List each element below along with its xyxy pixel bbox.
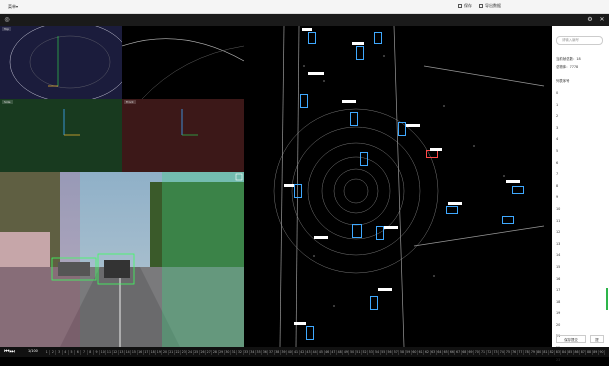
list-item[interactable]: 0: [556, 88, 606, 100]
play-controls[interactable]: ⏮⏭: [4, 349, 15, 355]
search-input[interactable]: 请输入编号: [556, 36, 603, 45]
top-bar: 菜单▾ 保存 导出数据: [0, 0, 609, 14]
submit-button[interactable]: 保存提交: [556, 335, 586, 343]
frame-position: 1/100: [28, 349, 38, 353]
side-view[interactable]: Side: [0, 99, 122, 172]
box-tag: [506, 180, 520, 183]
next-button[interactable]: 提: [590, 335, 604, 343]
annotation-box[interactable]: [398, 122, 406, 136]
frame-count-row: 当前帧总数：18: [556, 57, 581, 61]
list-item[interactable]: 3: [556, 123, 606, 135]
box-tag: [314, 236, 328, 239]
settings-icon[interactable]: ⚙: [586, 16, 594, 24]
list-item[interactable]: 18: [556, 297, 606, 309]
list-scrollbar[interactable]: [606, 288, 608, 310]
annotation-box[interactable]: [446, 206, 458, 214]
point-cloud-view[interactable]: [244, 26, 552, 347]
annotation-box[interactable]: [370, 296, 378, 310]
box-tag: [302, 28, 312, 31]
front-view-label: Front: [124, 100, 136, 104]
box-tag: [284, 184, 294, 187]
frame-strip: 1 2 3 4 5 6 7 8 9 10 11 12 13 14 15 16 17 18 19 20 21 22 23 24 2…: [44, 350, 606, 355]
camera-view[interactable]: [0, 172, 244, 347]
box-tag: [430, 148, 442, 151]
box-tag: [308, 72, 324, 75]
menu-dropdown[interactable]: 菜单▾: [8, 4, 18, 10]
list-item[interactable]: 19: [556, 308, 606, 320]
total-objects-row: 总物体：7778: [556, 65, 579, 69]
camera-image: [0, 172, 244, 347]
thumbnail-canvas: [122, 38, 244, 99]
list-item[interactable]: 16: [556, 274, 606, 286]
box-tag: [406, 124, 420, 127]
list-item[interactable]: 6: [556, 158, 606, 170]
list-item[interactable]: 10: [556, 204, 606, 216]
close-icon[interactable]: ✕: [598, 16, 606, 24]
export-icon: [479, 4, 483, 8]
list-item[interactable]: 4: [556, 134, 606, 146]
list-item[interactable]: 1: [556, 100, 606, 112]
front-view-canvas: [181, 109, 198, 136]
list-item[interactable]: 17: [556, 285, 606, 297]
annotation-box[interactable]: [374, 32, 382, 44]
camera-thumbnail-view[interactable]: [122, 26, 244, 99]
annotation-box[interactable]: [350, 112, 358, 126]
save-icon: [458, 4, 462, 8]
annotation-box[interactable]: [376, 226, 384, 240]
list-item[interactable]: 5: [556, 146, 606, 158]
annotation-box[interactable]: [294, 184, 302, 198]
list-item[interactable]: 20: [556, 320, 606, 332]
list-item[interactable]: 11: [556, 216, 606, 228]
side-view-label: Side: [2, 100, 13, 104]
list-item[interactable]: 14: [556, 250, 606, 262]
annotation-box[interactable]: [300, 94, 308, 108]
save-button[interactable]: 保存: [458, 3, 472, 9]
export-button[interactable]: 导出数据: [479, 3, 501, 9]
box-tag: [352, 42, 364, 45]
box-tag: [342, 100, 356, 103]
object-list-panel: 请输入编号 当前帧总数：18 总物体：7778 列表序号 01234567891…: [552, 26, 609, 362]
box-tag: [378, 288, 392, 291]
annotation-box[interactable]: [512, 186, 524, 194]
top-view-label: Top: [2, 27, 12, 31]
list-item[interactable]: 15: [556, 262, 606, 274]
side-view-canvas: [63, 109, 80, 136]
list-item[interactable]: 9: [556, 192, 606, 204]
front-view[interactable]: Front: [122, 99, 244, 172]
annotation-box[interactable]: [502, 216, 514, 224]
list-item[interactable]: 2: [556, 111, 606, 123]
annotation-box[interactable]: [356, 46, 364, 60]
list-item[interactable]: 7: [556, 169, 606, 181]
view-toolbar: ◎ ⚙ ✕: [0, 14, 609, 26]
annotation-box[interactable]: [352, 224, 362, 238]
box-tag: [384, 226, 398, 229]
list-header: 列表序号: [556, 79, 570, 83]
frame-timeline: ⏮⏭ 1/100 1 2 3 4 5 6 7 8 9 10 11 12 13 14 15 16 17 18 19 20…: [0, 347, 609, 357]
annotation-box[interactable]: [306, 326, 314, 340]
object-list: 01234567891011121314151617181920212223: [556, 88, 606, 366]
box-tag: [294, 322, 306, 325]
view-mode-icon[interactable]: ◎: [3, 16, 11, 24]
list-item[interactable]: 13: [556, 239, 606, 251]
box-tag: [448, 202, 462, 205]
annotation-box[interactable]: [360, 152, 368, 166]
list-item[interactable]: 8: [556, 181, 606, 193]
top-view[interactable]: Top: [0, 26, 122, 99]
list-item[interactable]: 12: [556, 227, 606, 239]
annotation-box[interactable]: [308, 32, 316, 44]
frame-tick[interactable]: 90: [599, 350, 606, 355]
annotation-box-selected[interactable]: [426, 150, 438, 158]
top-view-canvas: [9, 26, 122, 99]
